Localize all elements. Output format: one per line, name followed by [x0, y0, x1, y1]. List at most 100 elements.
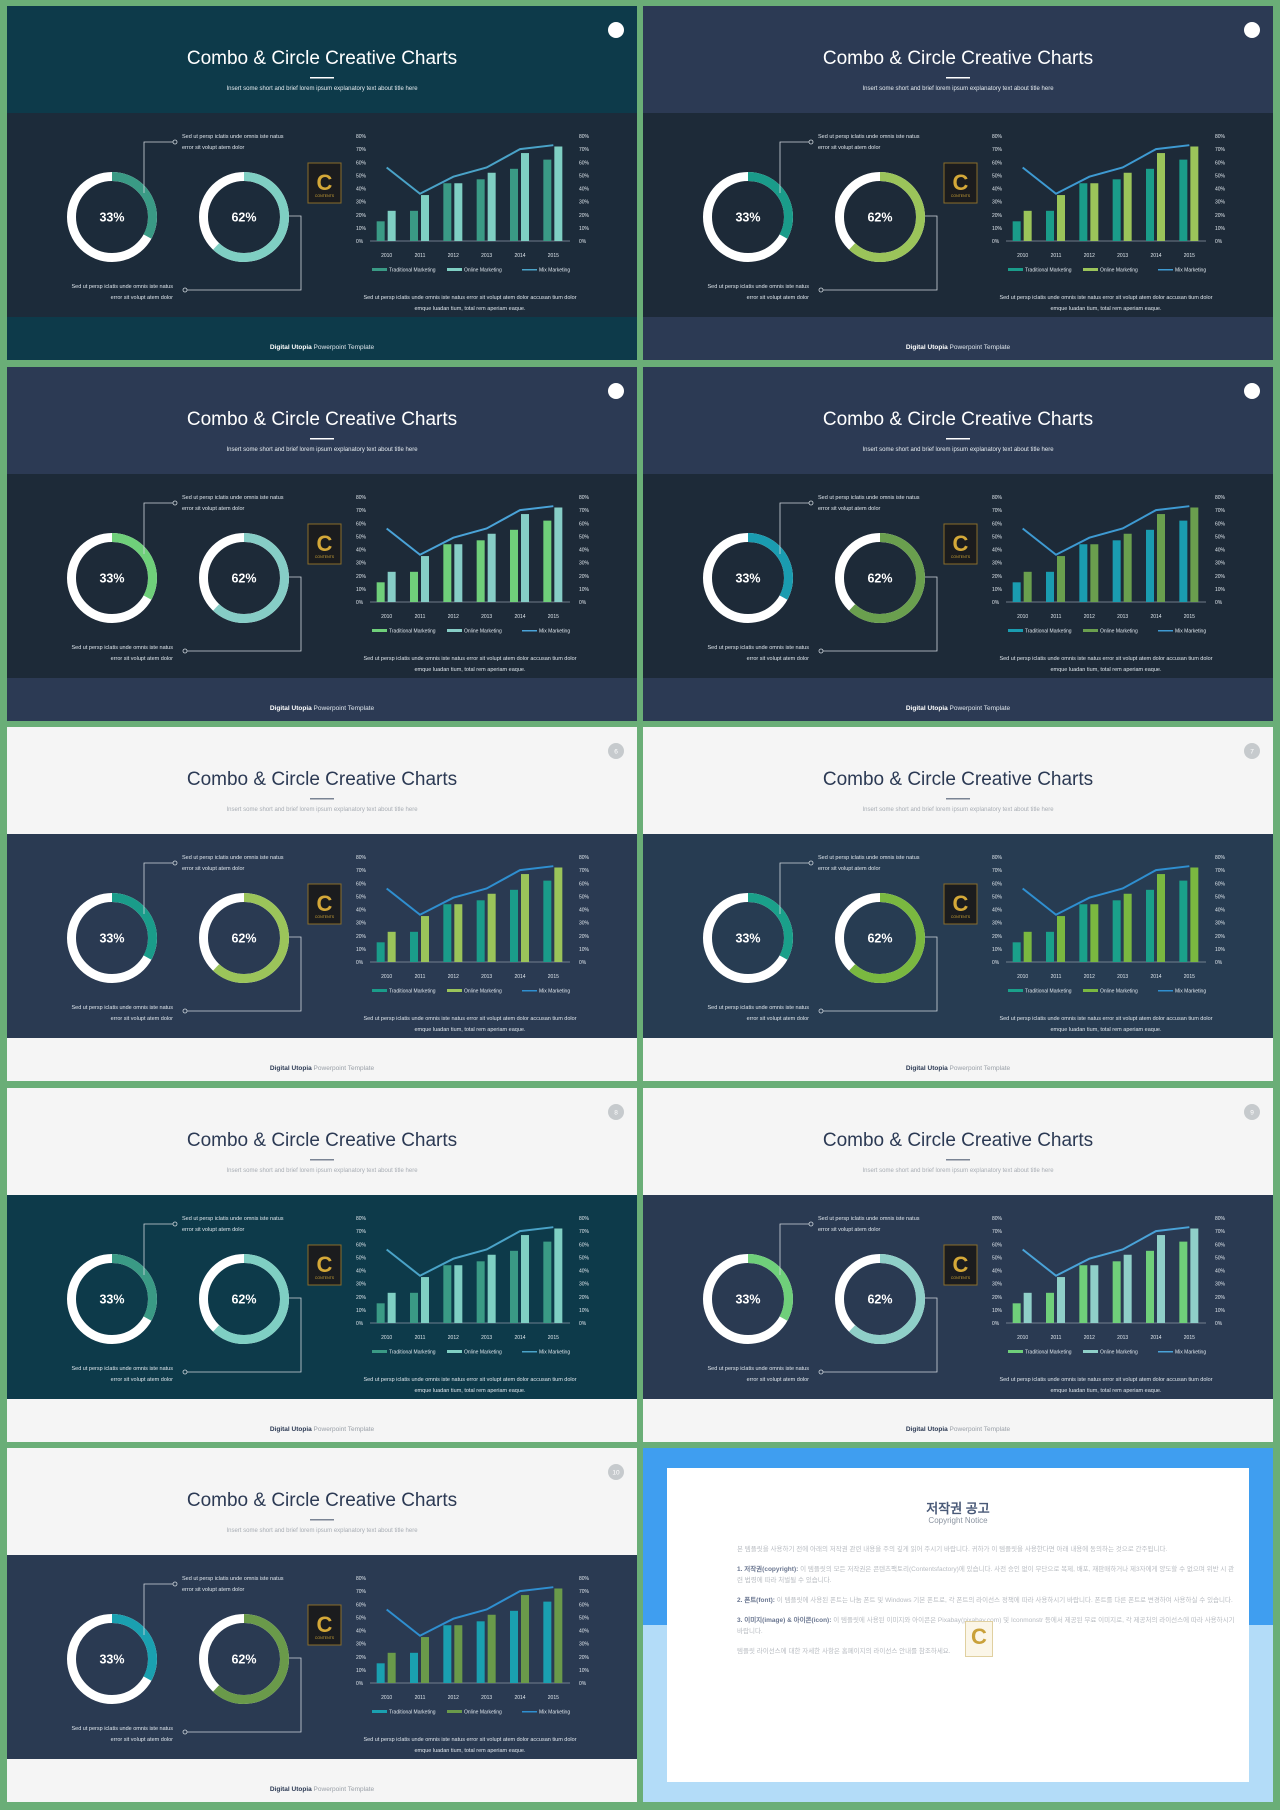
y-tick-left: 50%	[356, 894, 367, 900]
callout-text: Sed ut persp iclatis unde omnis iste nat…	[707, 1366, 809, 1372]
slide-thumbnail[interactable]: Combo & Circle Creative Charts Insert som…	[7, 1448, 637, 1802]
callout-text: Sed ut persp iclatis unde omnis iste nat…	[818, 855, 920, 861]
callout-text: error sit volupt atem dolor	[818, 1227, 881, 1233]
x-tick: 2014	[514, 253, 525, 259]
bar-online	[454, 904, 463, 962]
y-tick-left: 50%	[356, 173, 367, 179]
bar-traditional	[476, 1261, 485, 1323]
y-tick-right: 70%	[579, 1589, 590, 1595]
slide-thumbnail[interactable]: Combo & Circle Creative Charts Insert som…	[7, 367, 637, 721]
legend-label: Traditional Marketing	[1025, 268, 1072, 274]
bar-traditional	[510, 529, 518, 602]
y-tick-left: 0%	[992, 239, 1000, 245]
y-tick-right: 60%	[1215, 160, 1226, 166]
y-tick-left: 30%	[356, 921, 367, 927]
y-tick-left: 40%	[992, 187, 1003, 193]
callout-text: Sed ut persp iclatis unde omnis iste nat…	[71, 1366, 173, 1372]
slide-thumbnail[interactable]: Combo & Circle Creative Charts Insert som…	[7, 1088, 637, 1442]
y-tick-right: 70%	[579, 1229, 590, 1235]
slide-thumbnail[interactable]: Combo & Circle Creative Charts Insert som…	[7, 727, 637, 1081]
bar-traditional	[410, 931, 418, 962]
legend-swatch	[522, 269, 537, 271]
slide-thumbnail[interactable]: Combo & Circle Creative Charts Insert som…	[7, 6, 637, 360]
y-tick-left: 50%	[356, 534, 367, 540]
legend-swatch	[522, 990, 537, 992]
y-tick-right: 80%	[579, 134, 590, 140]
legend-label: Traditional Marketing	[1025, 1350, 1072, 1356]
slide-subtitle: Insert some short and brief lorem ipsum …	[226, 807, 418, 813]
x-tick: 2013	[481, 1335, 492, 1341]
y-tick-left: 30%	[992, 200, 1003, 206]
footer-bg	[643, 1038, 1273, 1081]
footer-text: Digital Utopia Powerpoint Template	[270, 705, 375, 712]
bar-traditional	[1179, 159, 1188, 241]
y-tick-left: 60%	[992, 881, 1003, 887]
y-tick-left: 80%	[356, 1216, 367, 1222]
title-underline	[310, 438, 334, 440]
x-tick: 2014	[514, 974, 525, 980]
legend-label: Online Marketing	[464, 629, 502, 635]
slide-marker-dot	[1244, 383, 1260, 399]
x-tick: 2011	[1051, 974, 1062, 980]
slide-canvas: Combo & Circle Creative Charts Insert som…	[7, 1088, 637, 1442]
legend-label: Traditional Marketing	[389, 629, 436, 635]
y-tick-right: 60%	[579, 881, 590, 887]
legend-label: Mix Marketing	[539, 989, 570, 995]
y-tick-right: 40%	[579, 1629, 590, 1635]
y-tick-left: 10%	[356, 226, 367, 232]
x-tick: 2011	[1051, 614, 1062, 620]
y-tick-left: 0%	[992, 600, 1000, 606]
donut-value: 33%	[735, 572, 760, 586]
footer-bg	[7, 317, 637, 360]
legend-swatch	[372, 1710, 387, 1713]
copyright-slide[interactable]: 저작권 공고 Copyright Notice 본 템플릿을 사용하기 전에 아…	[643, 1448, 1273, 1802]
slide-thumbnail[interactable]: Combo & Circle Creative Charts Insert som…	[643, 1088, 1273, 1442]
bar-traditional	[1046, 931, 1054, 962]
chart-caption: emque luadan tium, total rem aperiam eaq…	[415, 667, 526, 673]
footer-text: Digital Utopia Powerpoint Template	[906, 344, 1011, 351]
footer-bg	[643, 678, 1273, 721]
bar-online	[387, 1292, 396, 1323]
callout-text: error sit volupt atem dolor	[747, 1377, 810, 1383]
donut-value: 33%	[99, 572, 124, 586]
bar-traditional	[1046, 210, 1054, 241]
footer-brand: Digital Utopia	[906, 1426, 948, 1433]
donut-value: 33%	[735, 1293, 760, 1307]
legend-swatch	[372, 268, 387, 271]
x-tick: 2014	[1150, 253, 1161, 259]
footer-text: Digital Utopia Powerpoint Template	[270, 1065, 375, 1072]
svg-text:C: C	[953, 531, 969, 556]
legend-label: Mix Marketing	[539, 629, 570, 635]
bar-traditional	[1112, 540, 1121, 602]
watermark-logo: C	[965, 1621, 993, 1657]
footer-text: Digital Utopia Powerpoint Template	[906, 1426, 1011, 1433]
svg-text:CONTENTS: CONTENTS	[951, 915, 971, 919]
y-tick-left: 20%	[992, 574, 1003, 580]
x-tick: 2010	[1017, 253, 1028, 259]
bar-traditional	[476, 1621, 485, 1683]
x-tick: 2010	[1017, 1335, 1028, 1341]
legend-label: Traditional Marketing	[1025, 629, 1072, 635]
y-tick-right: 10%	[579, 947, 590, 953]
slide-thumbnail[interactable]: Combo & Circle Creative Charts Insert som…	[643, 6, 1273, 360]
y-tick-left: 50%	[356, 1255, 367, 1261]
y-tick-right: 70%	[1215, 868, 1226, 874]
title-underline	[310, 1519, 334, 1521]
y-tick-left: 60%	[356, 160, 367, 166]
bar-traditional	[1146, 529, 1154, 602]
bar-online	[521, 1595, 529, 1683]
callout-text: error sit volupt atem dolor	[111, 656, 174, 662]
legend-label: Mix Marketing	[539, 1710, 570, 1716]
legend-swatch	[1083, 989, 1098, 992]
x-tick: 2012	[1084, 614, 1095, 620]
footer-brand: Digital Utopia	[906, 344, 948, 351]
callout-text: Sed ut persp iclatis unde omnis iste nat…	[182, 1576, 284, 1582]
slide-marker-dot	[608, 22, 624, 38]
y-tick-right: 70%	[579, 868, 590, 874]
slide-thumbnail[interactable]: Combo & Circle Creative Charts Insert som…	[643, 367, 1273, 721]
donut-value: 62%	[867, 572, 892, 586]
bar-traditional	[543, 880, 552, 962]
footer-rest: Powerpoint Template	[312, 705, 375, 712]
y-tick-right: 50%	[1215, 534, 1226, 540]
slide-thumbnail[interactable]: Combo & Circle Creative Charts Insert som…	[643, 727, 1273, 1081]
